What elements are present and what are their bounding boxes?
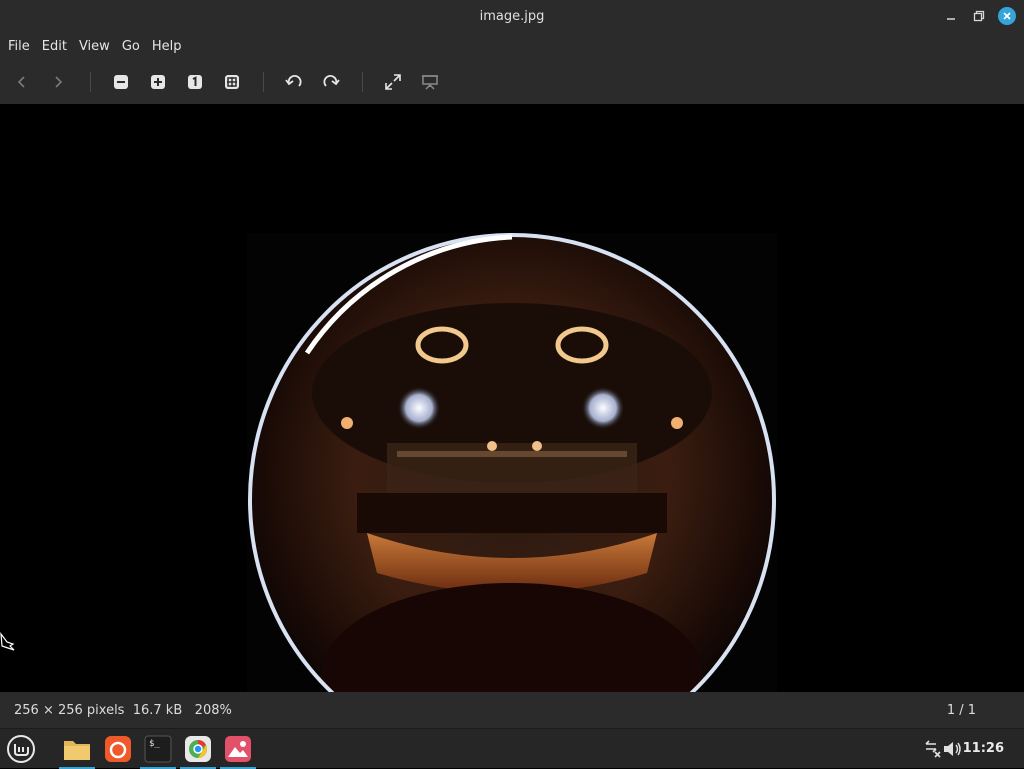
forward-icon xyxy=(55,76,63,88)
image-dimensions: 256 × 256 pixels xyxy=(14,703,125,718)
files-icon xyxy=(64,741,90,760)
image-viewport[interactable] xyxy=(0,104,1024,768)
zoom-out-icon xyxy=(114,75,128,89)
image-info: 256 × 256 pixels 16.7 kB 208% xyxy=(14,703,232,718)
restore-icon xyxy=(968,5,990,27)
menu-help[interactable]: Help xyxy=(146,39,188,54)
zoom-in-icon xyxy=(151,75,165,89)
title-bar: image.jpg xyxy=(0,0,1024,32)
file-size: 16.7 kB xyxy=(132,703,183,718)
toolbar-separator xyxy=(263,72,264,92)
slideshow-button[interactable] xyxy=(418,70,442,94)
menu-bar: File Edit View Go Help xyxy=(0,32,1024,60)
displayed-image xyxy=(247,233,777,768)
fullscreen-icon xyxy=(385,74,401,90)
toolbar xyxy=(0,60,1024,104)
zoom-normal-button[interactable] xyxy=(183,70,207,94)
clock[interactable]: 11:26 xyxy=(963,741,1004,756)
minimize-icon xyxy=(940,5,962,27)
menu-icon xyxy=(7,735,35,763)
taskbar-files[interactable] xyxy=(59,731,95,769)
close-button[interactable] xyxy=(998,0,1016,32)
close-icon xyxy=(998,7,1016,25)
taskbar-terminal[interactable]: $_ xyxy=(140,731,176,769)
slideshow-icon xyxy=(422,75,438,90)
zoom-in-button[interactable] xyxy=(146,70,170,94)
rotate-right-button[interactable] xyxy=(319,70,343,94)
start-menu-button[interactable] xyxy=(3,731,39,767)
fullscreen-button[interactable] xyxy=(381,70,405,94)
mouse-pointer-icon xyxy=(0,632,15,651)
zoom-fit-button[interactable] xyxy=(220,70,244,94)
firefox-icon xyxy=(105,736,131,762)
page-counter: 1 / 1 xyxy=(946,703,976,718)
menu-edit[interactable]: Edit xyxy=(36,39,73,54)
menu-go[interactable]: Go xyxy=(116,39,146,54)
taskbar-chrome[interactable] xyxy=(180,731,216,769)
taskbar: $_ 11:26 xyxy=(0,728,1024,769)
taskbar-image-viewer[interactable] xyxy=(220,731,256,769)
zoom-level: 208% xyxy=(194,703,232,718)
rotate-right-icon xyxy=(323,75,340,87)
toolbar-separator xyxy=(90,72,91,92)
status-bar: 256 × 256 pixels 16.7 kB 208% 1 / 1 xyxy=(0,692,1024,728)
rotate-left-icon xyxy=(285,75,302,87)
maximize-button[interactable] xyxy=(968,0,990,32)
chrome-icon xyxy=(185,736,211,762)
zoom-fit-icon xyxy=(225,75,239,89)
taskbar-firefox[interactable] xyxy=(100,731,136,767)
forward-button[interactable] xyxy=(46,70,70,94)
minimize-button[interactable] xyxy=(940,0,962,32)
volume-icon xyxy=(944,742,961,756)
back-icon xyxy=(17,76,25,88)
toolbar-separator xyxy=(362,72,363,92)
menu-view[interactable]: View xyxy=(73,39,116,54)
image-viewer-icon xyxy=(225,736,251,762)
back-button[interactable] xyxy=(10,70,34,94)
rotate-left-button[interactable] xyxy=(282,70,306,94)
zoom-out-button[interactable] xyxy=(109,70,133,94)
window-title: image.jpg xyxy=(479,8,545,24)
zoom-normal-icon xyxy=(188,75,202,89)
svg-text:$_: $_ xyxy=(149,739,160,749)
terminal-icon: $_ xyxy=(144,735,172,763)
menu-file[interactable]: File xyxy=(2,39,36,54)
